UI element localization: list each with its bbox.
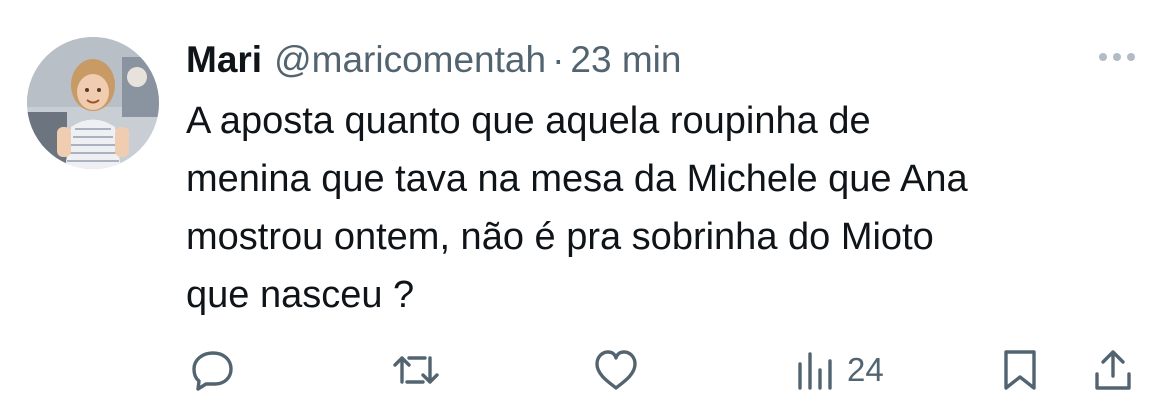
avatar[interactable]: [27, 37, 159, 169]
views-button[interactable]: 24: [795, 348, 884, 392]
retweet-icon: [393, 356, 439, 384]
reply-icon: [192, 351, 233, 391]
tweet-header: Mari @maricomentah · 23 min: [186, 36, 681, 84]
more-dots-icon: [1099, 53, 1135, 61]
views-count: 24: [847, 351, 884, 388]
views-chart-icon: [798, 352, 832, 390]
more-options-button[interactable]: [1093, 45, 1141, 69]
tweet[interactable]: Mari @maricomentah · 23 min A aposta qua…: [0, 0, 1170, 411]
reply-button[interactable]: [190, 348, 236, 392]
bookmark-icon: [1004, 350, 1036, 390]
share-icon: [1095, 350, 1131, 390]
share-button[interactable]: [1092, 348, 1134, 392]
display-name[interactable]: Mari: [186, 36, 262, 84]
retweet-button[interactable]: [392, 348, 440, 392]
like-button[interactable]: [592, 348, 640, 392]
user-handle[interactable]: @maricomentah: [274, 36, 546, 84]
heart-icon: [595, 350, 637, 390]
separator-dot: ·: [552, 39, 565, 80]
bookmark-button[interactable]: [1000, 348, 1040, 392]
tweet-text: A aposta quanto que aquela roupinha de m…: [186, 100, 968, 316]
timestamp[interactable]: 23 min: [570, 36, 681, 84]
